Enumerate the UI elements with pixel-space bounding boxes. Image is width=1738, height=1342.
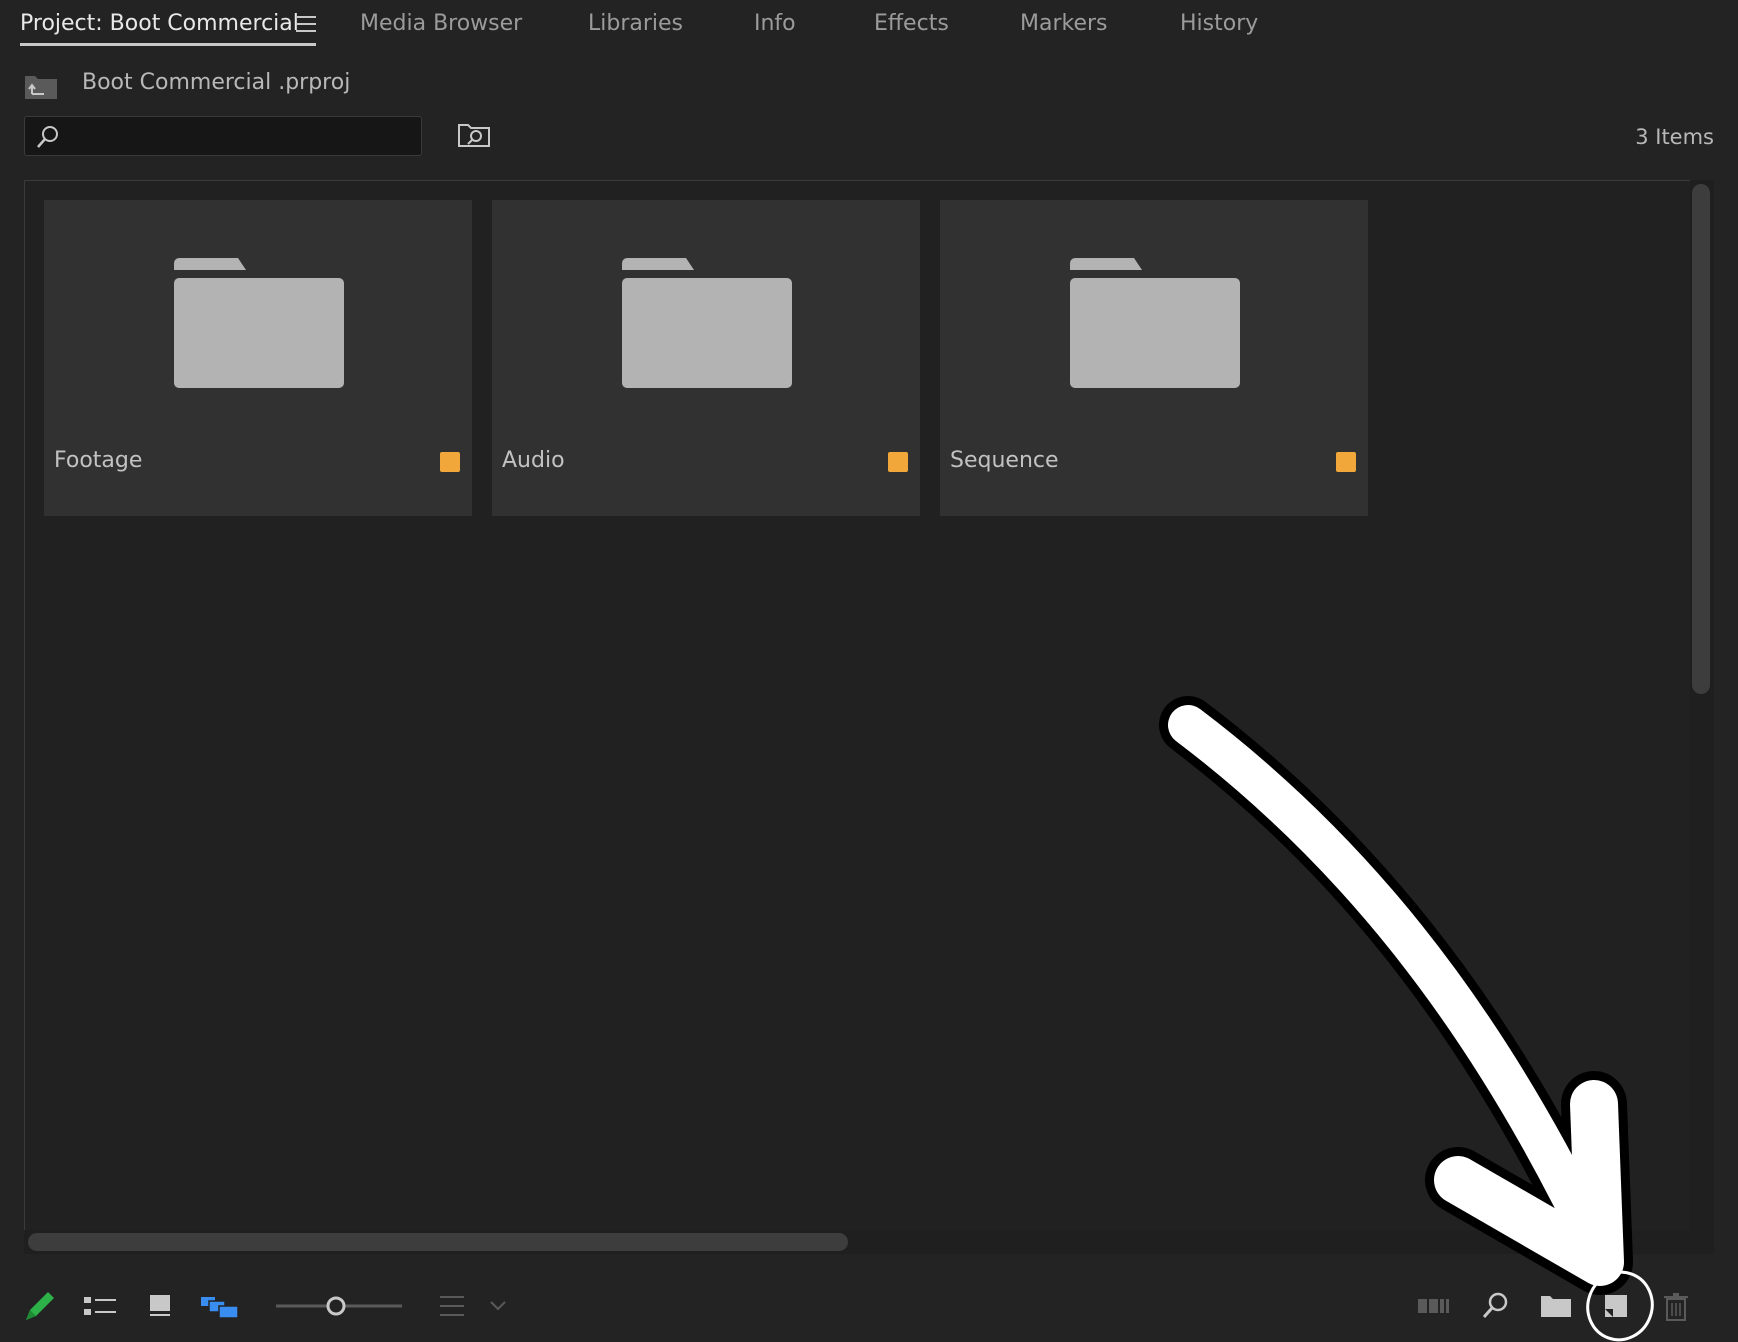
zoom-slider[interactable] xyxy=(274,1288,404,1324)
new-bin-icon[interactable] xyxy=(1536,1288,1576,1324)
parent-bin-icon[interactable] xyxy=(24,72,58,100)
tab-libraries[interactable]: Libraries xyxy=(588,0,683,48)
tab-history[interactable]: History xyxy=(1180,0,1258,48)
sort-icon[interactable] xyxy=(434,1288,474,1324)
new-search-bin-icon[interactable] xyxy=(458,122,490,148)
folder-icon xyxy=(622,258,792,388)
search-input[interactable] xyxy=(69,117,413,157)
tab-media-browser[interactable]: Media Browser xyxy=(360,0,522,48)
automate-to-sequence-icon[interactable] xyxy=(1414,1288,1454,1324)
bin-card[interactable]: Audio xyxy=(492,200,920,516)
icon-view-icon[interactable] xyxy=(140,1288,180,1324)
bin-name: Audio xyxy=(502,448,565,473)
folder-icon xyxy=(1070,258,1240,388)
project-file-name: Boot Commercial .prproj xyxy=(82,70,351,95)
trash-icon[interactable] xyxy=(1656,1288,1696,1324)
label-color-swatch[interactable] xyxy=(1336,452,1356,472)
list-view-icon[interactable] xyxy=(80,1288,120,1324)
active-tab-underline xyxy=(20,43,316,46)
tab-markers[interactable]: Markers xyxy=(1020,0,1108,48)
search-icon xyxy=(37,126,58,148)
freeform-view-icon[interactable] xyxy=(200,1288,240,1324)
vertical-scrollbar-thumb[interactable] xyxy=(1692,184,1710,694)
bin-name: Sequence xyxy=(950,448,1059,473)
tab-project[interactable]: Project: Boot Commercial xyxy=(20,0,299,48)
tab-info[interactable]: Info xyxy=(754,0,796,48)
new-item-icon[interactable] xyxy=(1596,1288,1636,1324)
folder-icon xyxy=(174,258,344,388)
panel-menu-icon[interactable] xyxy=(296,16,316,34)
bin-card[interactable]: Footage xyxy=(44,200,472,516)
item-count: 3 Items xyxy=(1635,125,1714,149)
label-color-swatch[interactable] xyxy=(888,452,908,472)
project-path-row: Boot Commercial .prproj xyxy=(0,60,1738,110)
tab-effects[interactable]: Effects xyxy=(874,0,949,48)
find-icon[interactable] xyxy=(1476,1288,1516,1324)
bin-card[interactable]: Sequence xyxy=(940,200,1368,516)
bin-name: Footage xyxy=(54,448,143,473)
project-panel: Project: Boot Commercial Media Browser L… xyxy=(0,0,1738,1342)
label-color-swatch[interactable] xyxy=(440,452,460,472)
panel-tab-bar: Project: Boot Commercial Media Browser L… xyxy=(0,0,1738,52)
horizontal-scrollbar-thumb[interactable] xyxy=(28,1233,848,1251)
search-box[interactable] xyxy=(24,116,422,157)
bottom-toolbar xyxy=(0,1270,1738,1342)
pencil-icon[interactable] xyxy=(20,1288,60,1324)
chevron-down-icon[interactable] xyxy=(488,1296,508,1316)
